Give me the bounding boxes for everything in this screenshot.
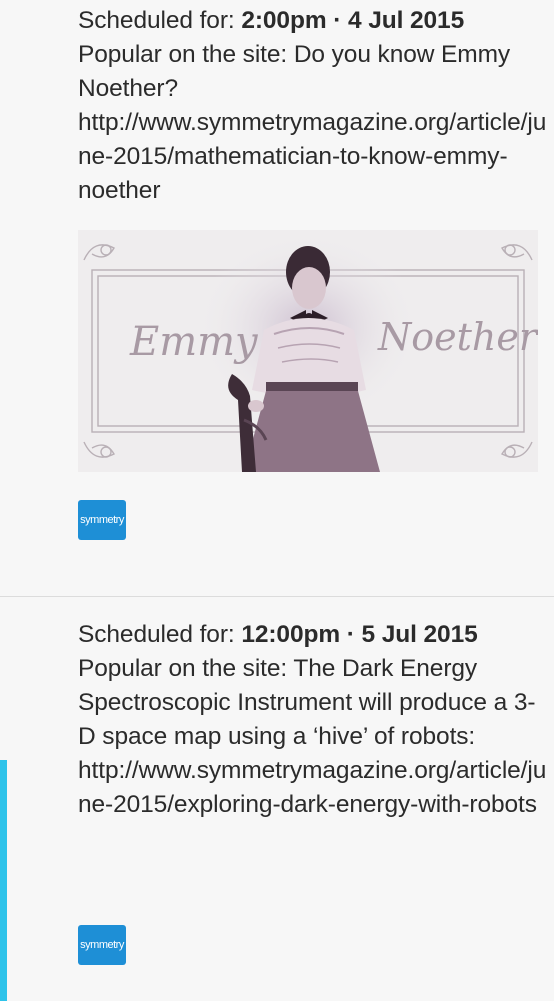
selection-accent-bar [0,760,7,1001]
noether-script-text: Noether [377,315,538,359]
post-text: Popular on the site: Do you know Emmy No… [78,41,547,204]
post-image-emmy-noether[interactable]: Emmy Noether [78,230,538,472]
schedule-label: Scheduled for: [78,7,242,34]
scheduled-post-1: Scheduled for: 2:00pm · 4 Jul 2015 Popul… [78,4,548,208]
emmy-script-text: Emmy [129,319,259,365]
emmy-noether-image: Emmy Noether [78,230,538,472]
schedule-label: Scheduled for: [78,621,242,648]
schedule-line: Scheduled for: 12:00pm · 5 Jul 2015 [78,618,548,652]
post-text: Popular on the site: The Dark Energy Spe… [78,655,547,818]
schedule-line: Scheduled for: 2:00pm · 4 Jul 2015 [78,4,548,38]
schedule-time: 12:00pm · 5 Jul 2015 [241,621,478,648]
account-avatar-2[interactable]: symmetry [78,925,126,965]
scheduled-post-2: Scheduled for: 12:00pm · 5 Jul 2015 Popu… [78,618,548,822]
post-divider [0,596,554,597]
account-avatar-1[interactable]: symmetry [78,500,126,540]
schedule-time: 2:00pm · 4 Jul 2015 [241,7,465,34]
